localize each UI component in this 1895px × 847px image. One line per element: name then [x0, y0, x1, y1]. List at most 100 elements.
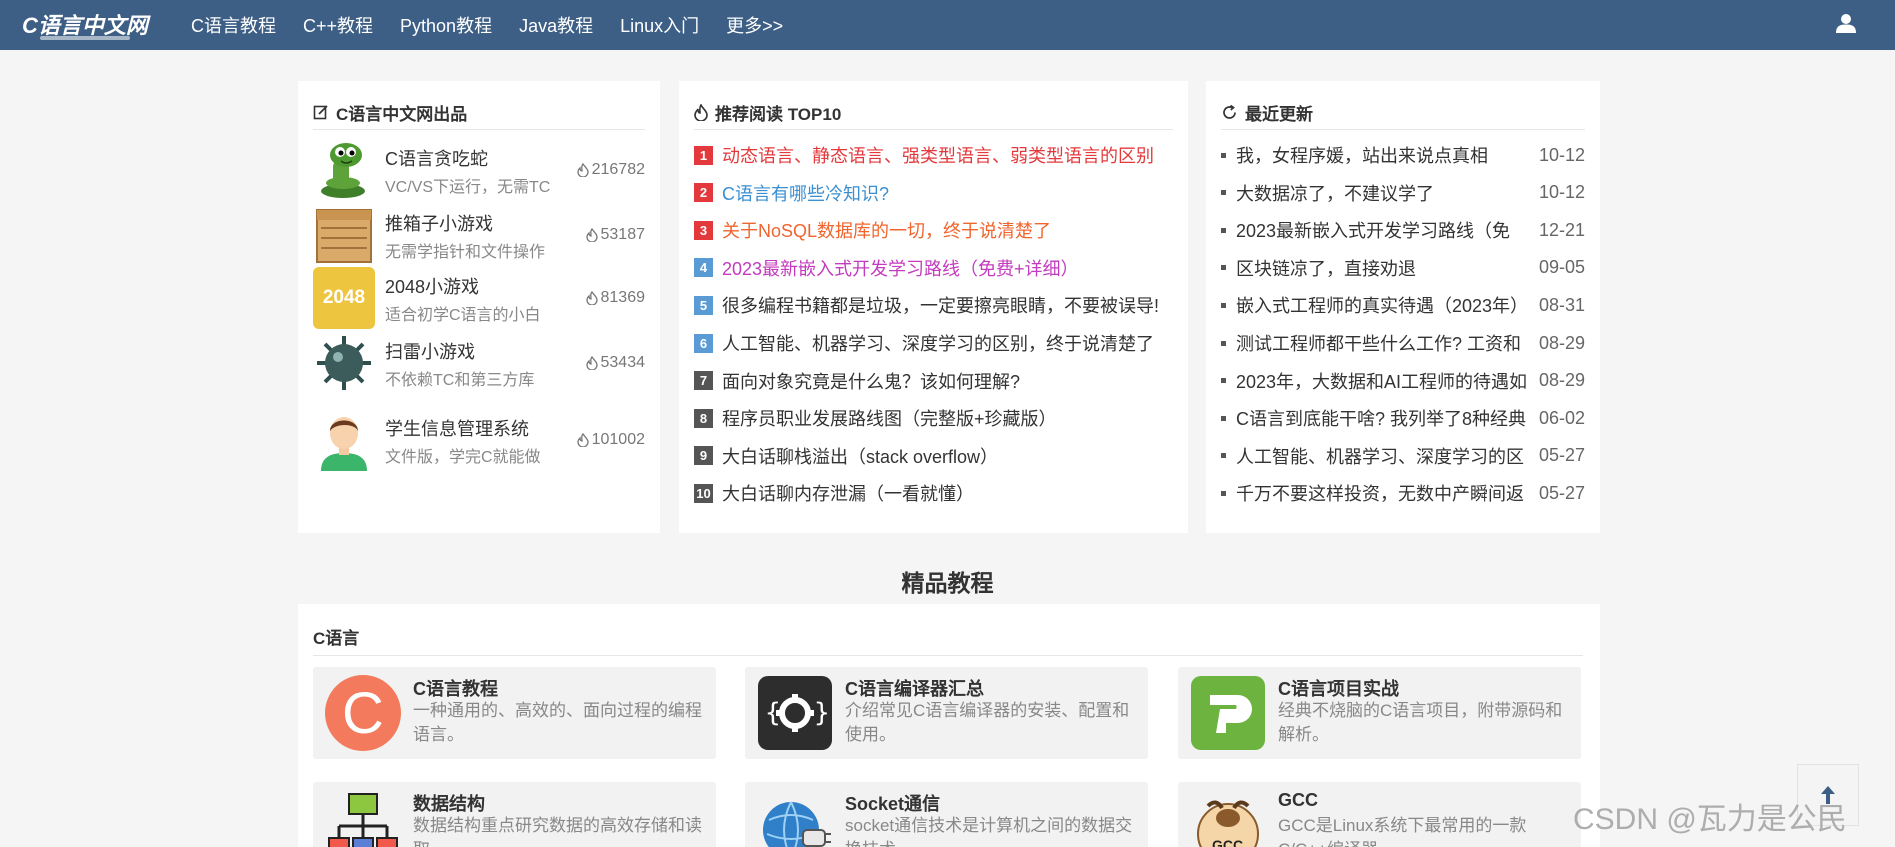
latest-item[interactable]: 区块链凉了，直接劝退 09-05 — [1221, 254, 1585, 282]
product-item-sokoban[interactable]: 推箱子小游戏 无需学指针和文件操作 53187 — [313, 202, 645, 268]
tutorial-card-c[interactable]: C C语言教程 一种通用的、高效的、面向过程的编程语言。 — [313, 667, 716, 759]
c-language-badge: C — [342, 680, 384, 746]
tutorial-card-data-structure[interactable]: 数据结构 数据结构重点研究数据的高效存储和读取。 — [313, 782, 716, 847]
product-desc: 不依赖TC和第三方库 — [385, 372, 535, 389]
top10-title-text: 推荐阅读 TOP10 — [715, 104, 842, 124]
latest-item-title: 区块链凉了，直接劝退 — [1236, 258, 1416, 279]
products-panel-title: C语言中文网出品 — [313, 95, 645, 130]
top-navbar: C语言中文网 C语言教程 C++教程 Python教程 Java教程 Linux… — [0, 0, 1895, 50]
top10-item[interactable]: 9 大白话聊栈溢出（stack overflow） — [694, 442, 1174, 470]
tutorial-card-socket[interactable]: Socket通信 socket通信技术是计算机之间的数据交换技术。 — [745, 782, 1148, 847]
top10-item[interactable]: 7 面向对象究竟是什么鬼？该如何理解? — [694, 367, 1174, 395]
top10-item-title: 动态语言、静态语言、强类型语言、弱类型语言的区别 — [722, 146, 1154, 166]
product-name: C语言贪吃蛇 — [385, 149, 488, 169]
latest-item[interactable]: 2023年，大数据和AI工程师的待遇如 08-29 — [1221, 367, 1585, 395]
latest-item[interactable]: C语言到底能干啥? 我列举了8种经典 06-02 — [1221, 404, 1585, 432]
product-desc: VC/VS下运行，无需TC — [385, 179, 551, 196]
nav-item-more[interactable]: 更多>> — [726, 12, 783, 38]
latest-item-date: 05-27 — [1538, 482, 1585, 503]
latest-item-date: 08-29 — [1538, 332, 1585, 353]
top10-item[interactable]: 3 关于NoSQL数据库的一切，终于说清楚了 — [694, 216, 1174, 244]
top10-item[interactable]: 6 人工智能、机器学习、深度学习的区别，终于说清楚了 — [694, 329, 1174, 357]
tutorial-card-desc: 经典不烧脑的C语言项目，附带源码和解析。 — [1278, 701, 1563, 744]
product-item-snake[interactable]: C语言贪吃蛇 VC/VS下运行，无需TC 216782 — [313, 137, 645, 203]
flame-icon — [576, 163, 589, 177]
bullet-icon — [1221, 340, 1226, 346]
tutorial-card-compilers[interactable]: { } C语言编译器汇总 介绍常见C语言编译器的安装、配置和使用。 — [745, 667, 1148, 759]
rank-badge: 5 — [694, 295, 713, 315]
top10-item[interactable]: 1 动态语言、静态语言、强类型语言、弱类型语言的区别 — [694, 141, 1174, 169]
tutorial-card-projects[interactable]: C语言项目实战 经典不烧脑的C语言项目，附带源码和解析。 — [1178, 667, 1581, 759]
product-name: 扫雷小游戏 — [385, 342, 475, 362]
views-count: 53434 — [600, 354, 646, 371]
bullet-icon — [1221, 453, 1226, 459]
rank-badge: 10 — [694, 483, 713, 503]
rank-badge: 6 — [694, 333, 713, 353]
tutorial-card-gcc[interactable]: GCC GCC GCC是Linux系统下最常用的一款C/C++编译器。 — [1178, 782, 1581, 847]
flame-icon — [576, 433, 589, 447]
nav-item-java-tutorial[interactable]: Java教程 — [519, 12, 593, 38]
tutorials-panel: C语言 C C语言教程 一种通用的、高效的、面向过程的编程语言。 { } C语言… — [298, 604, 1600, 847]
top10-item[interactable]: 8 程序员职业发展路线图（完整版+珍藏版） — [694, 404, 1174, 432]
main-nav: C语言教程 C++教程 Python教程 Java教程 Linux入门 更多>> — [191, 0, 810, 50]
product-views: 81369 — [585, 289, 645, 307]
bullet-icon — [1221, 227, 1226, 233]
latest-item-title: 千万不要这样投资，无数中产瞬间返 — [1236, 484, 1524, 505]
wooden-box-icon — [316, 209, 372, 263]
latest-item-date: 12-21 — [1538, 219, 1585, 240]
latest-item[interactable]: 我，女程序媛，站出来说点真相 10-12 — [1221, 141, 1585, 169]
top10-item[interactable]: 10 大白话聊内存泄漏（一看就懂） — [694, 479, 1174, 507]
latest-item-title: 嵌入式工程师的真实待遇（2023年） — [1236, 296, 1529, 317]
latest-item-title: 2023最新嵌入式开发学习路线（免 — [1236, 221, 1511, 242]
nav-item-cpp-tutorial[interactable]: C++教程 — [303, 12, 373, 38]
game-2048-icon: 2048 — [313, 267, 375, 329]
latest-item[interactable]: 人工智能、机器学习、深度学习的区 05-27 — [1221, 442, 1585, 470]
svg-text:}: } — [814, 698, 830, 728]
top10-item[interactable]: 5 很多编程书籍都是垃圾，一定要擦亮眼睛，不要被误导! — [694, 291, 1174, 319]
rank-badge: 4 — [694, 258, 713, 278]
latest-item[interactable]: 大数据凉了，不建议学了 10-12 — [1221, 179, 1585, 207]
nav-item-python-tutorial[interactable]: Python教程 — [400, 12, 492, 38]
product-name: 学生信息管理系统 — [385, 419, 529, 439]
product-views: 53187 — [585, 226, 645, 244]
nav-item-c-tutorial[interactable]: C语言教程 — [191, 12, 276, 38]
site-logo[interactable]: C语言中文网 — [22, 4, 162, 44]
latest-item[interactable]: 测试工程师都干些什么工作? 工资和 08-29 — [1221, 329, 1585, 357]
products-panel: C语言中文网出品 C语言贪吃蛇 VC/VS下运行，无需TC 216782 推箱子… — [298, 81, 660, 533]
flame-icon — [585, 291, 598, 305]
latest-item-date: 08-31 — [1538, 294, 1585, 315]
product-item-student-system[interactable]: 学生信息管理系统 文件版，学完C就能做 101002 — [313, 407, 645, 473]
flame-icon — [585, 356, 598, 370]
user-icon[interactable] — [1835, 12, 1857, 34]
rank-badge: 2 — [694, 183, 713, 203]
latest-item[interactable]: 千万不要这样投资，无数中产瞬间返 05-27 — [1221, 479, 1585, 507]
edit-icon — [313, 105, 328, 120]
product-item-minesweeper[interactable]: 扫雷小游戏 不依赖TC和第三方库 53434 — [313, 330, 645, 396]
bullet-icon — [1221, 302, 1226, 308]
game-2048-badge: 2048 — [322, 287, 366, 308]
latest-item-date: 09-05 — [1538, 257, 1585, 278]
top10-item[interactable]: 2 C语言有哪些冷知识? — [694, 179, 1174, 207]
top10-item-title: 很多编程书籍都是垃圾，一定要擦亮眼睛，不要被误导! — [722, 296, 1159, 317]
latest-item-date: 05-27 — [1538, 445, 1585, 466]
nav-item-linux-intro[interactable]: Linux入门 — [620, 12, 699, 38]
tutorial-card-desc: GCC是Linux系统下最常用的一款C/C++编译器。 — [1278, 816, 1527, 847]
latest-item[interactable]: 2023最新嵌入式开发学习路线（免 12-21 — [1221, 216, 1585, 244]
product-views: 101002 — [576, 431, 645, 449]
product-name: 推箱子小游戏 — [385, 214, 493, 234]
bullet-icon — [1221, 265, 1226, 271]
latest-item-title: 测试工程师都干些什么工作? 工资和 — [1236, 334, 1522, 354]
rank-badge: 8 — [694, 408, 713, 428]
rank-badge: 3 — [694, 220, 713, 240]
latest-item[interactable]: 嵌入式工程师的真实待遇（2023年） 08-31 — [1221, 291, 1585, 319]
socket-globe-icon — [763, 801, 831, 847]
bullet-icon — [1221, 190, 1226, 196]
top10-item[interactable]: 4 2023最新嵌入式开发学习路线（免费+详细） — [694, 254, 1174, 282]
snake-icon — [321, 143, 365, 198]
rank-badge: 1 — [694, 145, 713, 165]
featured-tutorials-heading: 精品教程 — [901, 570, 994, 596]
compiler-gear-icon: { } — [758, 676, 832, 750]
products-title-text: C语言中文网出品 — [336, 104, 468, 124]
latest-item-date: 08-29 — [1538, 370, 1585, 391]
product-item-2048[interactable]: 2048 2048小游戏 适合初学C语言的小白 81369 — [313, 265, 645, 331]
